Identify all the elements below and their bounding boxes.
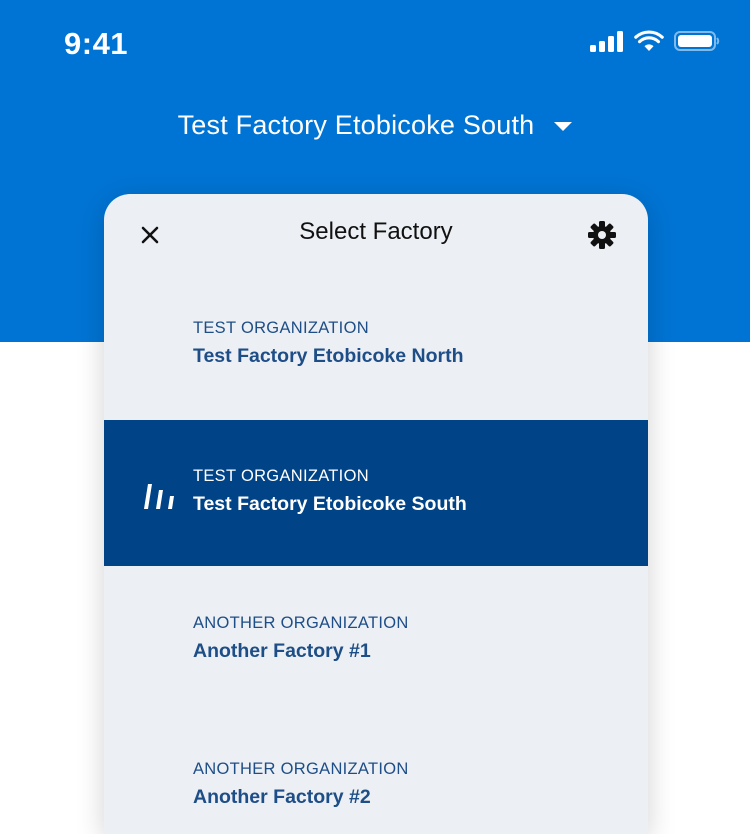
- status-icons: [590, 30, 720, 52]
- select-factory-modal: Select Factory TEST ORGANIZATION Test Fa…: [104, 194, 648, 834]
- modal-header: Select Factory: [104, 194, 648, 274]
- factory-organization: ANOTHER ORGANIZATION: [193, 614, 409, 632]
- factory-item[interactable]: TEST ORGANIZATION Test Factory Etobicoke…: [104, 274, 648, 420]
- status-time: 9:41: [64, 26, 129, 61]
- wifi-icon: [634, 30, 664, 51]
- modal-title: Select Factory: [299, 218, 453, 245]
- battery-icon: [674, 31, 720, 51]
- factory-organization: TEST ORGANIZATION: [193, 467, 369, 485]
- factory-item-selected[interactable]: TEST ORGANIZATION Test Factory Etobicoke…: [104, 420, 648, 566]
- factory-dropdown-trigger[interactable]: Test Factory Etobicoke South: [0, 110, 750, 141]
- cellular-signal-icon: [590, 31, 623, 52]
- factory-list: TEST ORGANIZATION Test Factory Etobicoke…: [104, 274, 648, 834]
- factory-organization: ANOTHER ORGANIZATION: [193, 760, 409, 778]
- header-title: Test Factory Etobicoke South: [177, 110, 535, 140]
- factory-name: Test Factory Etobicoke South: [193, 493, 467, 515]
- factory-item[interactable]: ANOTHER ORGANIZATION Another Factory #1: [104, 566, 648, 712]
- factory-organization: TEST ORGANIZATION: [193, 319, 369, 337]
- factory-name: Another Factory #1: [193, 640, 371, 662]
- caret-down-icon: [554, 122, 573, 131]
- factory-item[interactable]: ANOTHER ORGANIZATION Another Factory #2: [104, 712, 648, 834]
- factory-name: Another Factory #2: [193, 786, 371, 808]
- gear-icon[interactable]: [586, 219, 618, 251]
- factory-name: Test Factory Etobicoke North: [193, 345, 464, 367]
- brand-logo-icon: [144, 484, 174, 509]
